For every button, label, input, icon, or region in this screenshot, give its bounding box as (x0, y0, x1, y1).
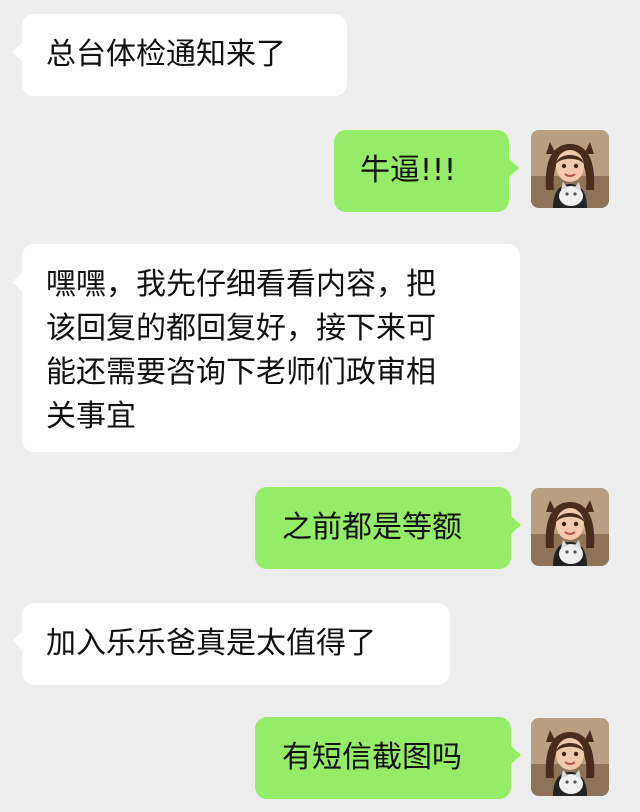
message-bubble-sent[interactable]: 之前都是等额 (255, 487, 521, 569)
message-bubble-sent[interactable]: 牛逼!!! (334, 130, 519, 212)
user-avatar[interactable] (531, 130, 609, 208)
avatar-image (531, 130, 609, 208)
avatar-image (531, 488, 609, 566)
user-avatar[interactable] (531, 718, 609, 796)
message-bubble-sent[interactable]: 有短信截图吗 (255, 717, 521, 799)
user-avatar[interactable] (531, 488, 609, 566)
message-bubble-received[interactable]: 加入乐乐爸真是太值得了 (12, 603, 450, 685)
message-bubble-received[interactable]: 总台体检通知来了 (12, 14, 347, 96)
message-bubble-received[interactable]: 嘿嘿，我先仔细看看内容，把 该回复的都回复好，接下来可 能还需要咨询下老师们政审… (12, 244, 520, 452)
chat-view: 总台体检通知来了 牛逼!!! 嘿嘿，我先仔细看看内容，把 该回复的都回复好，接下… (0, 0, 640, 812)
avatar-image (531, 718, 609, 796)
